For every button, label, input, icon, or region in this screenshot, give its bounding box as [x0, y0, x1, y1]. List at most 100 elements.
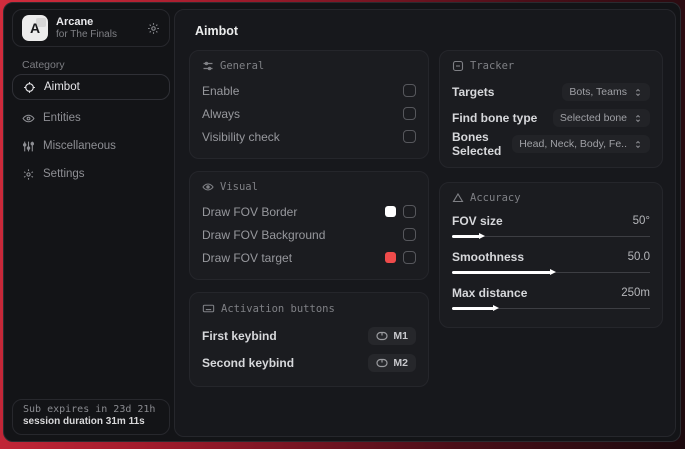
targets-dropdown[interactable]: Bots, Teams: [562, 83, 650, 101]
keyboard-icon: [202, 302, 215, 315]
smoothness-slider[interactable]: [452, 268, 650, 277]
visual-card-header: Visual: [202, 181, 416, 193]
sidebar: A Arcane for The Finals Category Aimbot: [4, 3, 174, 441]
app-window: A Arcane for The Finals Category Aimbot: [3, 2, 681, 442]
slider-row-smoothness: Smoothness 50.0: [452, 247, 650, 277]
always-checkbox[interactable]: [403, 107, 416, 120]
keybind-value: M2: [393, 356, 408, 369]
setting-label: Draw FOV Background: [202, 227, 326, 242]
sidebar-item-label: Aimbot: [44, 81, 80, 93]
sidebar-item-aimbot[interactable]: Aimbot: [12, 74, 170, 100]
setting-row-enable: Enable: [202, 79, 416, 102]
setting-controls: [385, 251, 416, 264]
setting-row-fov-target: Draw FOV target: [202, 246, 416, 269]
slider-fill: [452, 235, 480, 238]
second-keybind-button[interactable]: M2: [368, 353, 416, 372]
fov-target-checkbox[interactable]: [403, 251, 416, 264]
tune-icon: [202, 60, 214, 72]
setting-controls: [403, 228, 416, 241]
keybind-label: Second keybind: [202, 355, 295, 370]
slider-row-top: Max distance 250m: [452, 283, 650, 303]
max-distance-slider[interactable]: [452, 304, 650, 313]
dropdown-value: Bots, Teams: [569, 86, 627, 98]
visibility-check-checkbox[interactable]: [403, 130, 416, 143]
setting-controls: [385, 205, 416, 218]
activation-card-header: Activation buttons: [202, 302, 416, 315]
slider-row-top: FOV size 50°: [452, 211, 650, 231]
fov-size-slider[interactable]: [452, 232, 650, 241]
entities-icon: [22, 112, 35, 125]
tracker-row-bones-selected: Bones Selected Head, Neck, Body, Fe..: [452, 130, 650, 158]
slider-row-top: Smoothness 50.0: [452, 247, 650, 267]
first-keybind-button[interactable]: M1: [368, 326, 416, 345]
fov-border-color-swatch[interactable]: [385, 206, 396, 217]
tracker-card: Tracker Targets Bots, Teams Find bone ty…: [439, 50, 663, 168]
brand-card: A Arcane for The Finals: [12, 9, 170, 47]
slider-value: 250m: [621, 287, 650, 299]
eye-icon: [202, 181, 214, 193]
gear-icon: [22, 168, 35, 181]
tracker-card-header: Tracker: [452, 60, 650, 72]
dropdown-value: Selected bone: [559, 112, 627, 124]
slider-value: 50°: [632, 215, 650, 227]
brand-gear-icon[interactable]: [147, 22, 160, 35]
mouse-icon: [376, 358, 389, 367]
triangle-icon: [452, 192, 464, 204]
unfold-icon: [635, 140, 641, 148]
app-logo: A: [22, 15, 48, 41]
slider-fill: [452, 307, 494, 310]
keybind-value: M1: [393, 329, 408, 342]
page-title: Aimbot: [195, 24, 239, 38]
keybind-row-second: Second keybind M2: [202, 349, 416, 376]
crosshair-icon: [23, 81, 36, 94]
left-column: General Enable Always Visibility check V…: [189, 50, 429, 387]
setting-row-visibility-check: Visibility check: [202, 125, 416, 148]
slider-fill: [452, 271, 551, 274]
card-title: Visual: [220, 181, 258, 193]
bones-selected-dropdown[interactable]: Head, Neck, Body, Fe..: [512, 135, 650, 153]
slider-thumb[interactable]: [550, 269, 556, 275]
setting-label: Draw FOV target: [202, 250, 293, 265]
fov-border-checkbox[interactable]: [403, 205, 416, 218]
accuracy-card: Accuracy FOV size 50° Smoothness 50.0 Ma…: [439, 182, 663, 328]
card-title: Activation buttons: [221, 302, 335, 315]
tracker-label: Bones Selected: [452, 130, 502, 158]
sidebar-item-settings[interactable]: Settings: [22, 164, 85, 184]
setting-label: Visibility check: [202, 129, 280, 144]
setting-row-fov-border: Draw FOV Border: [202, 200, 416, 223]
accuracy-card-header: Accuracy: [452, 192, 650, 204]
slider-thumb[interactable]: [478, 233, 485, 239]
general-card-header: General: [202, 60, 416, 72]
subscription-card: Sub expires in 23d 21h session duration …: [12, 399, 170, 435]
fov-target-color-swatch[interactable]: [385, 252, 396, 263]
enable-checkbox[interactable]: [403, 84, 416, 97]
main-panel: Aimbot General Enable Always Visibility …: [174, 9, 676, 437]
card-title: Tracker: [470, 60, 515, 72]
card-title: Accuracy: [470, 192, 521, 204]
mouse-icon: [376, 331, 389, 340]
fov-background-checkbox[interactable]: [403, 228, 416, 241]
subscription-expiry: Sub expires in 23d 21h: [23, 404, 156, 415]
keybind-row-first: First keybind M1: [202, 322, 416, 349]
card-title: General: [220, 60, 265, 72]
sidebar-item-entities[interactable]: Entities: [22, 108, 81, 128]
sidebar-item-label: Entities: [43, 112, 81, 124]
sidebar-item-miscellaneous[interactable]: Miscellaneous: [22, 136, 116, 156]
setting-row-always: Always: [202, 102, 416, 125]
setting-label: Always: [202, 106, 241, 121]
setting-label: Enable: [202, 83, 240, 98]
category-label: Category: [22, 59, 65, 71]
sidebar-item-label: Settings: [43, 168, 85, 180]
slider-label: Max distance: [452, 286, 528, 300]
slider-label: FOV size: [452, 214, 503, 228]
bone-type-dropdown[interactable]: Selected bone: [552, 109, 650, 127]
sliders-icon: [22, 140, 35, 153]
setting-row-fov-background: Draw FOV Background: [202, 223, 416, 246]
slider-thumb[interactable]: [492, 305, 499, 311]
activation-card: Activation buttons First keybind M1 Seco…: [189, 292, 429, 387]
session-duration: session duration 31m 11s: [23, 416, 145, 427]
sidebar-item-label: Miscellaneous: [43, 140, 116, 152]
tracker-label: Find bone type: [452, 111, 538, 125]
slider-value: 50.0: [627, 251, 650, 263]
brand-text: Arcane for The Finals: [56, 16, 139, 40]
